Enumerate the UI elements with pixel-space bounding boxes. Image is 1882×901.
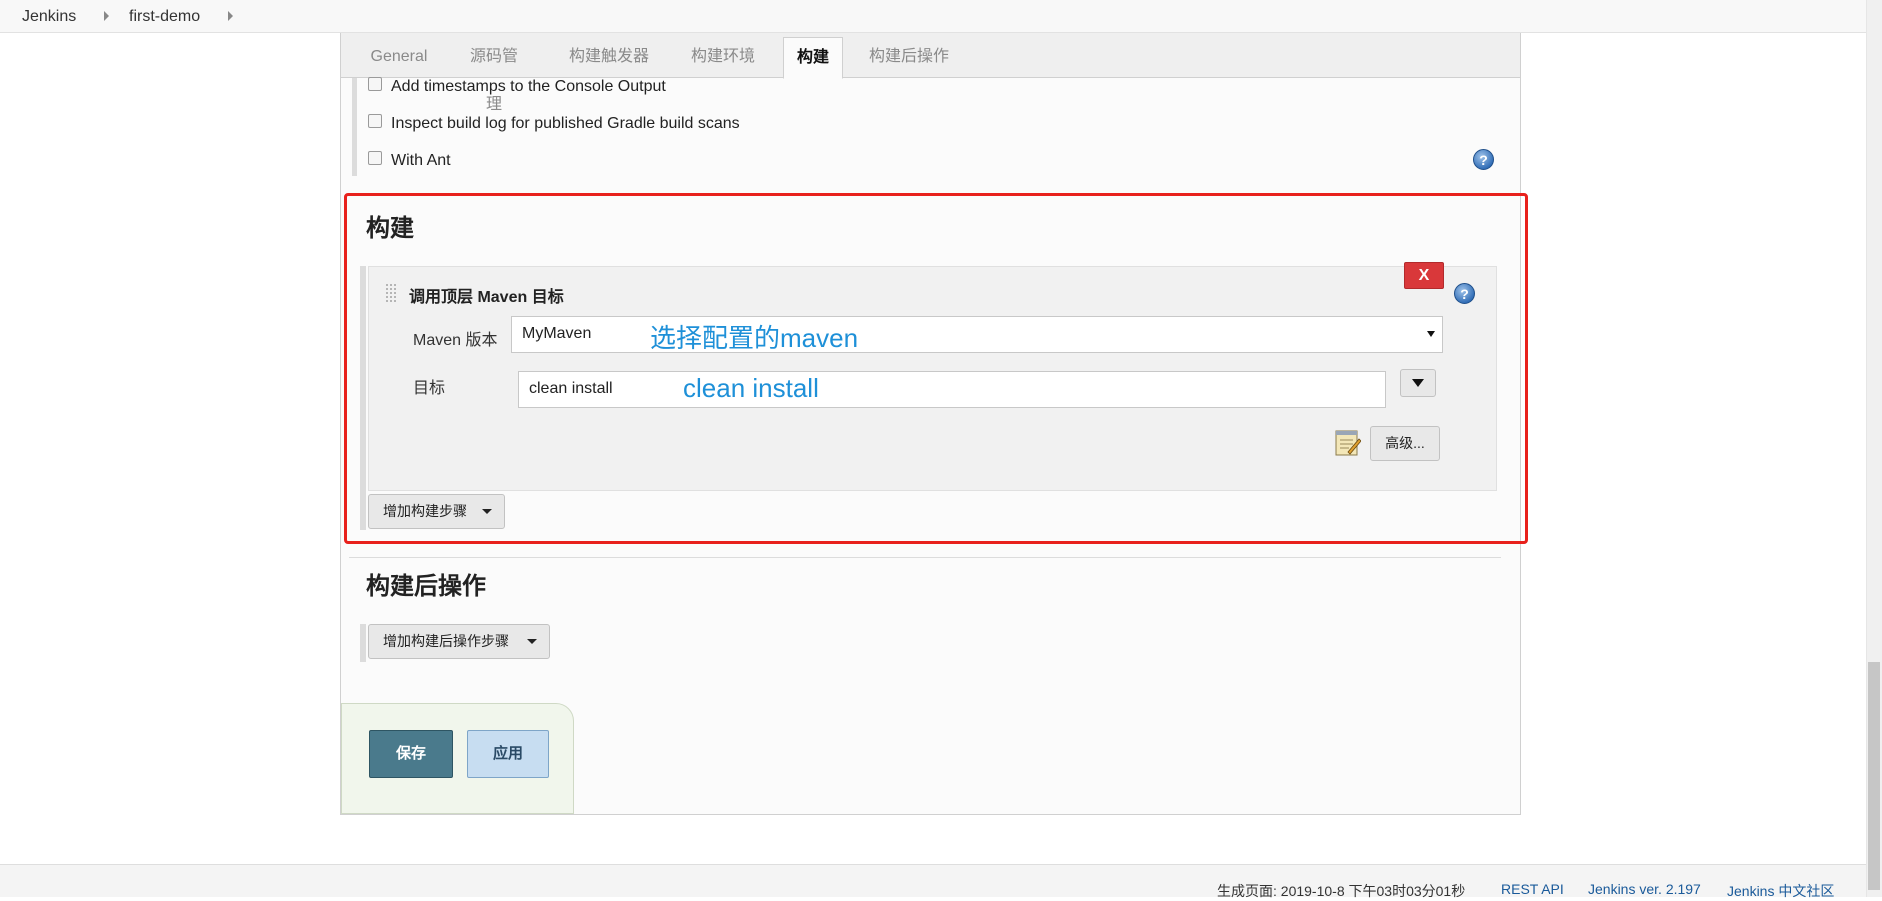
caret-down-icon: [527, 639, 537, 644]
post-build-section-title: 构建后操作: [366, 573, 486, 600]
post-build-indent-bar: [360, 624, 366, 662]
timestamps-label: Add timestamps to the Console Output: [391, 78, 666, 95]
tab-post-build[interactable]: 构建后操作: [859, 33, 959, 78]
maven-version-value: MyMaven: [522, 325, 592, 342]
goals-annotation-note: clean install: [683, 373, 819, 403]
save-button[interactable]: 保存: [369, 730, 453, 778]
goals-input[interactable]: clean install: [518, 371, 1386, 408]
maven-step-title: 调用顶层 Maven 目标: [409, 289, 564, 306]
build-section-title: 构建: [366, 215, 414, 242]
with-ant-checkbox[interactable]: [368, 151, 382, 165]
with-ant-help-icon[interactable]: ?: [1473, 149, 1494, 170]
timestamps-checkbox[interactable]: [368, 77, 382, 91]
with-ant-label: With Ant: [391, 152, 451, 169]
section-indent-bar: [352, 78, 357, 176]
goals-expand-button[interactable]: [1400, 369, 1436, 397]
delete-step-button[interactable]: X: [1404, 262, 1444, 289]
apply-button[interactable]: 应用: [467, 730, 549, 778]
breadcrumb-jenkins[interactable]: Jenkins: [22, 8, 76, 26]
footer-rest-api-link[interactable]: REST API: [1501, 881, 1564, 897]
advanced-button[interactable]: 高级...: [1370, 426, 1440, 461]
config-tabs: General 源码管理 构建触发器 构建环境 构建 构建后操作: [341, 33, 1520, 113]
goals-label: 目标: [413, 380, 446, 397]
breadcrumb-first-demo[interactable]: first-demo: [129, 8, 200, 26]
tab-build-triggers[interactable]: 构建触发器: [559, 33, 659, 78]
scrollbar-thumb[interactable]: [1868, 662, 1880, 890]
tab-general[interactable]: General: [357, 33, 441, 78]
add-build-step-button[interactable]: 增加构建步骤: [368, 494, 505, 529]
page-footer: 生成页面: 2019-10-8 下午03时03分01秒 REST API Jen…: [0, 864, 1866, 899]
drag-handle-icon[interactable]: [385, 283, 397, 303]
gradle-scans-label: Inspect build log for published Gradle b…: [391, 115, 740, 132]
maven-version-label: Maven 版本: [413, 332, 498, 349]
tab-build-environment[interactable]: 构建环境: [681, 33, 765, 78]
footer-version-link[interactable]: Jenkins ver. 2.197: [1588, 881, 1701, 897]
build-indent-bar: [360, 266, 366, 530]
tab-build[interactable]: 构建: [783, 37, 843, 79]
chevron-down-icon: [1427, 331, 1435, 337]
footer-community-link[interactable]: Jenkins 中文社区: [1727, 881, 1834, 901]
maven-annotation-note: 选择配置的maven: [650, 323, 859, 353]
maven-step-help-icon[interactable]: ?: [1454, 283, 1475, 304]
gradle-scans-checkbox[interactable]: [368, 114, 382, 128]
add-post-build-step-button[interactable]: 增加构建后操作步骤: [368, 624, 550, 659]
notepad-icon: [1334, 428, 1362, 457]
breadcrumb-chevron-right-icon[interactable]: [228, 11, 233, 21]
add-build-step-label: 增加构建步骤: [383, 503, 467, 519]
breadcrumb-chevron-right-icon[interactable]: [104, 11, 109, 21]
footer-generated-time: 生成页面: 2019-10-8 下午03时03分01秒: [1217, 883, 1466, 899]
caret-down-icon: [482, 509, 492, 514]
goals-value: clean install: [529, 380, 613, 397]
breadcrumb: Jenkins first-demo: [0, 0, 1866, 33]
section-divider: [349, 557, 1501, 558]
add-post-build-step-label: 增加构建后操作步骤: [383, 633, 509, 649]
chevron-down-icon: [1412, 379, 1424, 387]
tab-source-control[interactable]: 源码管理: [453, 33, 535, 113]
